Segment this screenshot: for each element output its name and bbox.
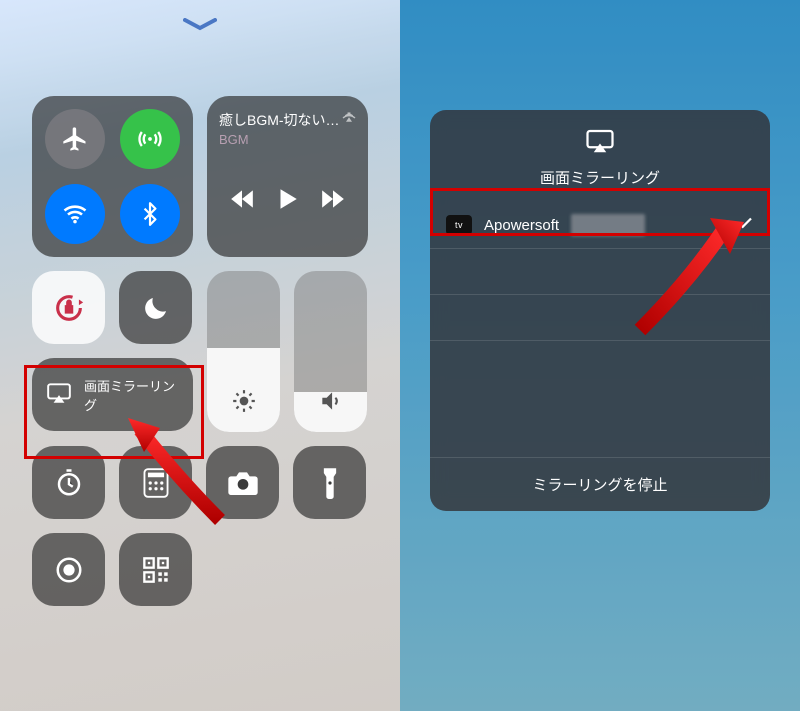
- volume-slider[interactable]: [294, 271, 367, 432]
- stop-mirroring-button[interactable]: ミラーリングを停止: [430, 457, 770, 511]
- chevron-down-icon[interactable]: [183, 18, 217, 37]
- mirroring-device-row[interactable]: tv Apowersoft: [430, 202, 770, 248]
- control-center-grid: 癒しBGM-切ない… BGM: [32, 96, 368, 606]
- screen-mirroring-icon: [46, 382, 72, 407]
- control-center-panel: 癒しBGM-切ない… BGM: [0, 0, 400, 711]
- checkmark-icon: [736, 214, 754, 236]
- wifi-toggle[interactable]: [45, 184, 105, 244]
- media-tile[interactable]: 癒しBGM-切ない… BGM: [207, 96, 368, 257]
- bluetooth-toggle[interactable]: [120, 184, 180, 244]
- timer-button[interactable]: [32, 446, 105, 519]
- qr-code-button[interactable]: [119, 533, 192, 606]
- flashlight-button[interactable]: [293, 446, 366, 519]
- brightness-slider[interactable]: [207, 271, 280, 432]
- media-subtitle: BGM: [219, 132, 356, 147]
- screen-mirroring-label: 画面ミラーリング: [84, 376, 179, 414]
- media-title: 癒しBGM-切ない…: [219, 110, 356, 130]
- cellular-data-toggle[interactable]: [120, 109, 180, 169]
- airplane-mode-toggle[interactable]: [45, 109, 105, 169]
- play-button[interactable]: [274, 185, 300, 218]
- redacted-text: [571, 214, 645, 236]
- screen-record-button[interactable]: [32, 533, 105, 606]
- screen-mirroring-button[interactable]: 画面ミラーリング: [32, 358, 193, 431]
- do-not-disturb-button[interactable]: [119, 271, 192, 344]
- connectivity-tile[interactable]: [32, 96, 193, 257]
- mirroring-picker-panel: 画面ミラーリング tv Apowersoft ミラーリングを停止: [400, 0, 800, 711]
- screen-mirroring-icon: [585, 141, 615, 158]
- camera-button[interactable]: [206, 446, 279, 519]
- next-track-button[interactable]: [320, 188, 346, 215]
- calculator-button[interactable]: [119, 446, 192, 519]
- mirroring-title: 画面ミラーリング: [440, 167, 760, 188]
- mirroring-card: 画面ミラーリング tv Apowersoft ミラーリングを停止: [430, 110, 770, 511]
- airplay-audio-icon: [340, 106, 358, 129]
- device-name: Apowersoft: [484, 217, 559, 234]
- volume-icon: [294, 388, 367, 414]
- apple-tv-icon: tv: [446, 215, 472, 235]
- brightness-icon: [207, 388, 280, 414]
- rotation-lock-button[interactable]: [32, 271, 105, 344]
- previous-track-button[interactable]: [229, 188, 255, 215]
